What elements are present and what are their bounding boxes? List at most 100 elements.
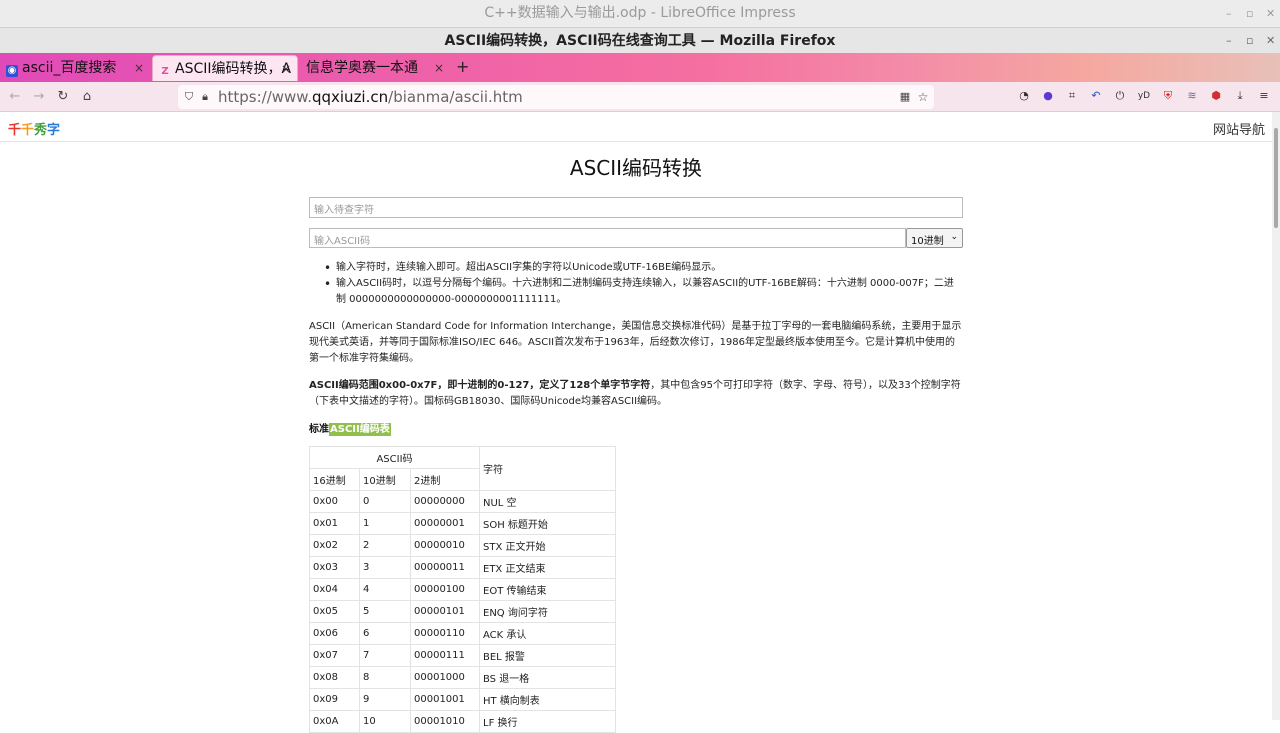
minimize-icon[interactable]: – [1226, 0, 1232, 27]
table-heading: 标准ASCII编码表 [309, 423, 391, 436]
url-text: https://www.qqxiuzi.cn/bianma/ascii.htm [218, 88, 523, 106]
tab-close-icon[interactable]: × [281, 56, 291, 81]
char-cell: ETX 正文结束 [479, 556, 616, 579]
undo-icon[interactable]: ↶ [1088, 88, 1104, 104]
tab-close-icon[interactable]: × [434, 55, 444, 81]
table-row: 0x07 7 00000111 BEL 报警 [309, 644, 616, 667]
translate-icon[interactable]: ≋ [1184, 88, 1200, 104]
bin-cell: 00001010 [410, 710, 480, 733]
hex-cell: 0x0A [309, 710, 360, 733]
bin-cell: 00000101 [410, 600, 480, 623]
bookmark-star-icon[interactable]: ☆ [914, 88, 932, 106]
libreoffice-window-title: C++数据输入与输出.odp - LibreOffice Impress [484, 5, 796, 21]
hex-cell: 0x04 [309, 578, 360, 601]
hex-cell: 0x01 [309, 512, 360, 535]
bin-cell: 00000001 [410, 512, 480, 535]
dec-cell: 9 [359, 688, 411, 711]
dec-cell: 2 [359, 534, 411, 557]
minimize-icon[interactable]: – [1226, 28, 1232, 54]
tab-label: ASCII编码转换，A [175, 61, 292, 77]
bin-cell: 00000000 [410, 490, 480, 513]
tab-baidu[interactable]: ◉ ascii_百度搜索 × [0, 55, 150, 81]
bin-header: 2进制 [410, 468, 480, 491]
tip-item: 输入字符时，连续输入即可。超出ASCII字集的字符以Unicode或UTF-16… [324, 260, 963, 276]
hex-cell: 0x00 [309, 490, 360, 513]
code-input[interactable]: 输入ASCII码 [309, 228, 906, 248]
hex-cell: 0x06 [309, 622, 360, 645]
char-input[interactable]: 输入待查字符 [309, 197, 963, 218]
close-icon[interactable]: ✕ [1266, 28, 1275, 54]
scrollbar-thumb[interactable] [1274, 128, 1278, 228]
maximize-icon[interactable]: ▫ [1246, 0, 1253, 27]
ublock-icon[interactable]: ⛨ [1160, 88, 1176, 104]
table-row: 0x08 8 00001000 BS 退一格 [309, 666, 616, 689]
char-cell: NUL 空 [479, 490, 616, 513]
table-row: 0x00 0 00000000 NUL 空 [309, 490, 616, 513]
home-icon[interactable]: ⌂ [78, 88, 96, 106]
dec-header: 10进制 [359, 468, 411, 491]
char-cell: LF 换行 [479, 710, 616, 733]
hex-cell: 0x05 [309, 600, 360, 623]
site-logo[interactable]: 千千秀字 [8, 119, 60, 138]
bin-cell: 00000111 [410, 644, 480, 667]
maximize-icon[interactable]: ▫ [1246, 28, 1253, 54]
tab-close-icon[interactable]: × [134, 55, 144, 81]
highlighted-text: ASCII编码表 [329, 423, 391, 436]
baidu-icon: ◉ [6, 65, 18, 77]
timer-icon[interactable]: ◔ [1016, 88, 1032, 104]
adblock-icon[interactable]: ⬢ [1208, 88, 1224, 104]
table-row: 0x03 3 00000011 ETX 正文结束 [309, 556, 616, 579]
dec-cell: 4 [359, 578, 411, 601]
firefox-title-bar: ASCII编码转换，ASCII码在线查询工具 — Mozilla Firefox… [0, 27, 1280, 53]
dec-cell: 3 [359, 556, 411, 579]
bin-cell: 00000100 [410, 578, 480, 601]
hex-cell: 0x02 [309, 534, 360, 557]
dec-cell: 0 [359, 490, 411, 513]
table-row: 0x09 9 00001001 HT 横向制表 [309, 688, 616, 711]
new-tab-button[interactable]: + [456, 57, 469, 76]
back-icon[interactable]: ← [6, 88, 24, 106]
close-icon[interactable]: ✕ [1266, 0, 1275, 27]
youdao-icon[interactable]: yD [1136, 88, 1152, 104]
download-icon[interactable]: ⤓ [1232, 88, 1248, 104]
url-bar[interactable]: ⛉ 🔒︎ https://www.qqxiuzi.cn/bianma/ascii… [178, 85, 934, 109]
range-paragraph: ASCII编码范围0x00-0x7F，即十进制的0-127，定义了128个单字节… [309, 380, 961, 407]
tips-list: 输入字符时，连续输入即可。超出ASCII字集的字符以Unicode或UTF-16… [324, 260, 963, 308]
char-header: 字符 [479, 446, 616, 491]
bin-cell: 00000011 [410, 556, 480, 579]
power-icon[interactable]: ⏻ [1112, 88, 1128, 104]
tab-oj[interactable]: 信息学奥赛一本通 × [300, 55, 450, 81]
hex-cell: 0x07 [309, 644, 360, 667]
char-cell: ACK 承认 [479, 622, 616, 645]
site-nav-link[interactable]: 网站导航 [1213, 119, 1265, 138]
char-cell: BEL 报警 [479, 644, 616, 667]
qr-code-icon[interactable]: ▦ [896, 88, 914, 106]
base-select[interactable]: 10进制 ⌄ [906, 228, 963, 248]
char-cell: HT 横向制表 [479, 688, 616, 711]
crop-icon[interactable]: ⌗ [1064, 88, 1080, 104]
intro-paragraph: ASCII（American Standard Code for Informa… [309, 321, 962, 364]
forward-icon[interactable]: → [30, 88, 48, 106]
char-cell: ENQ 询问字符 [479, 600, 616, 623]
tab-ascii[interactable]: Z ASCII编码转换，A × [152, 55, 298, 81]
table-row: 0x0A 10 00001010 LF 换行 [309, 710, 616, 733]
extension-purple-icon[interactable]: ● [1040, 88, 1056, 104]
table-row: 0x02 2 00000010 STX 正文开始 [309, 534, 616, 557]
menu-icon[interactable]: ≡ [1256, 88, 1272, 104]
qqxiuzi-icon: Z [161, 66, 169, 77]
table-row: 0x04 4 00000100 EOT 传输结束 [309, 578, 616, 601]
bin-cell: 00000010 [410, 534, 480, 557]
tip-item: 输入ASCII码时，以逗号分隔每个编码。十六进制和二进制编码支持连续输入，以兼容… [324, 276, 963, 308]
lock-icon[interactable]: 🔒︎ [196, 88, 214, 106]
table-row: 0x05 5 00000101 ENQ 询问字符 [309, 600, 616, 623]
dec-cell: 7 [359, 644, 411, 667]
tab-label: 信息学奥赛一本通 [306, 60, 418, 76]
nav-bar: ← → ↻ ⌂ ⛉ 🔒︎ https://www.qqxiuzi.cn/bian… [0, 82, 1280, 112]
dec-cell: 8 [359, 666, 411, 689]
ascii-table: ASCII码 字符 16进制 10进制 2进制 0x00 0 00000000 NUL… [309, 446, 616, 733]
bin-cell: 00001001 [410, 688, 480, 711]
dec-cell: 6 [359, 622, 411, 645]
char-cell: EOT 传输结束 [479, 578, 616, 601]
reload-icon[interactable]: ↻ [54, 88, 72, 106]
page-scrollbar[interactable] [1272, 112, 1280, 720]
